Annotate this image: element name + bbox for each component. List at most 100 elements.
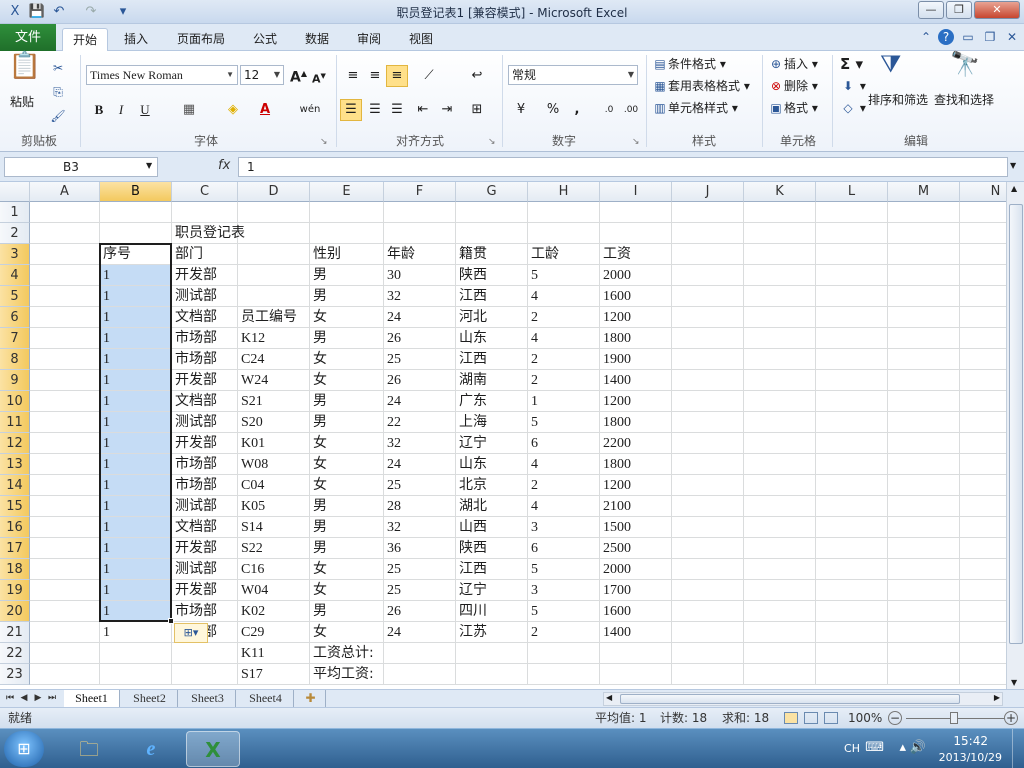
cell-f19[interactable]: 25 [384,580,456,601]
cell-n6[interactable] [960,307,1006,328]
percent-button[interactable]: % [542,99,564,121]
vertical-scrollbar[interactable]: ▲ ▼ [1006,182,1024,689]
cell-m17[interactable] [888,538,960,559]
cell-n12[interactable] [960,433,1006,454]
cell-e21[interactable]: 女 [310,622,384,643]
cell-f10[interactable]: 24 [384,391,456,412]
cell-a20[interactable] [30,601,100,622]
cell-e20[interactable]: 男 [310,601,384,622]
column-header-h[interactable]: H [528,182,600,202]
tray-chevron-icon[interactable]: ▴ [899,740,906,755]
cell-m16[interactable] [888,517,960,538]
cell-m15[interactable] [888,496,960,517]
cell-i6[interactable]: 1200 [600,307,672,328]
cell-c20[interactable]: 市场部 [172,601,238,622]
cell-d10[interactable]: S21 [238,391,310,412]
normal-view-icon[interactable] [784,712,798,724]
cell-h16[interactable]: 3 [528,517,600,538]
cell-l17[interactable] [816,538,888,559]
cell-a4[interactable] [30,265,100,286]
cell-d16[interactable]: S14 [238,517,310,538]
cell-c13[interactable]: 市场部 [172,454,238,475]
row-header-16[interactable]: 16 [0,517,30,538]
column-header-n[interactable]: N [960,182,1006,202]
cell-b8[interactable]: 1 [100,349,172,370]
cell-j9[interactable] [672,370,744,391]
cell-k10[interactable] [744,391,816,412]
format-painter-icon[interactable]: 🖌 [50,107,66,125]
wrap-text-icon[interactable]: ↩ [466,65,488,87]
cell-j3[interactable] [672,244,744,265]
cell-f9[interactable]: 26 [384,370,456,391]
cell-f14[interactable]: 25 [384,475,456,496]
cell-e15[interactable]: 男 [310,496,384,517]
paste-button[interactable]: 粘贴 [10,93,34,111]
cell-l14[interactable] [816,475,888,496]
scroll-down-icon[interactable]: ▼ [1011,678,1017,687]
cell-n15[interactable] [960,496,1006,517]
cell-f12[interactable]: 32 [384,433,456,454]
orientation-icon[interactable]: ⟋ [418,65,440,87]
cell-c12[interactable]: 开发部 [172,433,238,454]
cell-c19[interactable]: 开发部 [172,580,238,601]
cell-a1[interactable] [30,202,100,223]
cell-i19[interactable]: 1700 [600,580,672,601]
cell-c18[interactable]: 测试部 [172,559,238,580]
cell-i2[interactable] [600,223,672,244]
cell-c3[interactable]: 部门 [172,244,238,265]
delete-cells-button[interactable]: ⊗ 删除 ▾ [768,77,818,95]
cell-b11[interactable]: 1 [100,412,172,433]
cell-m22[interactable] [888,643,960,664]
cell-h12[interactable]: 6 [528,433,600,454]
cell-g22[interactable] [456,643,528,664]
row-header-18[interactable]: 18 [0,559,30,580]
cell-b5[interactable]: 1 [100,286,172,307]
cell-d5[interactable] [238,286,310,307]
cell-d12[interactable]: K01 [238,433,310,454]
cell-a5[interactable] [30,286,100,307]
fill-color-icon[interactable]: ◈ [222,99,244,121]
dialog-launcher-icon[interactable]: ↘ [320,137,328,147]
decrease-indent-icon[interactable]: ⇤ [412,99,434,121]
cell-a7[interactable] [30,328,100,349]
column-header-l[interactable]: L [816,182,888,202]
cell-l22[interactable] [816,643,888,664]
tab-insert[interactable]: 插入 [114,28,158,51]
cell-k14[interactable] [744,475,816,496]
cell-k15[interactable] [744,496,816,517]
cell-n9[interactable] [960,370,1006,391]
row-header-23[interactable]: 23 [0,664,30,685]
cell-b20[interactable]: 1 [100,601,172,622]
cell-m21[interactable] [888,622,960,643]
cell-g8[interactable]: 江西 [456,349,528,370]
cell-c7[interactable]: 市场部 [172,328,238,349]
cell-f11[interactable]: 22 [384,412,456,433]
cell-n3[interactable] [960,244,1006,265]
cell-e12[interactable]: 女 [310,433,384,454]
font-color-button[interactable]: A [254,99,276,121]
cell-e19[interactable]: 女 [310,580,384,601]
cell-a21[interactable] [30,622,100,643]
cell-j7[interactable] [672,328,744,349]
cell-l5[interactable] [816,286,888,307]
cell-l1[interactable] [816,202,888,223]
shrink-font-button[interactable]: A▼ [312,67,326,89]
cell-b17[interactable]: 1 [100,538,172,559]
cell-i9[interactable]: 1400 [600,370,672,391]
column-header-c[interactable]: C [172,182,238,202]
doc-minimize-icon[interactable]: ▭ [960,29,976,45]
cell-k21[interactable] [744,622,816,643]
tab-file[interactable]: 文件 [0,24,56,51]
cell-d11[interactable]: S20 [238,412,310,433]
cell-g2[interactable] [456,223,528,244]
cell-g9[interactable]: 湖南 [456,370,528,391]
internet-explorer-icon[interactable]: e [124,731,178,767]
cell-m1[interactable] [888,202,960,223]
column-header-d[interactable]: D [238,182,310,202]
cell-i23[interactable] [600,664,672,685]
cell-h8[interactable]: 2 [528,349,600,370]
auto-fill-options-icon[interactable]: ⊞▾ [174,623,208,643]
cell-m8[interactable] [888,349,960,370]
dialog-launcher-icon[interactable]: ↘ [632,137,640,147]
column-header-f[interactable]: F [384,182,456,202]
